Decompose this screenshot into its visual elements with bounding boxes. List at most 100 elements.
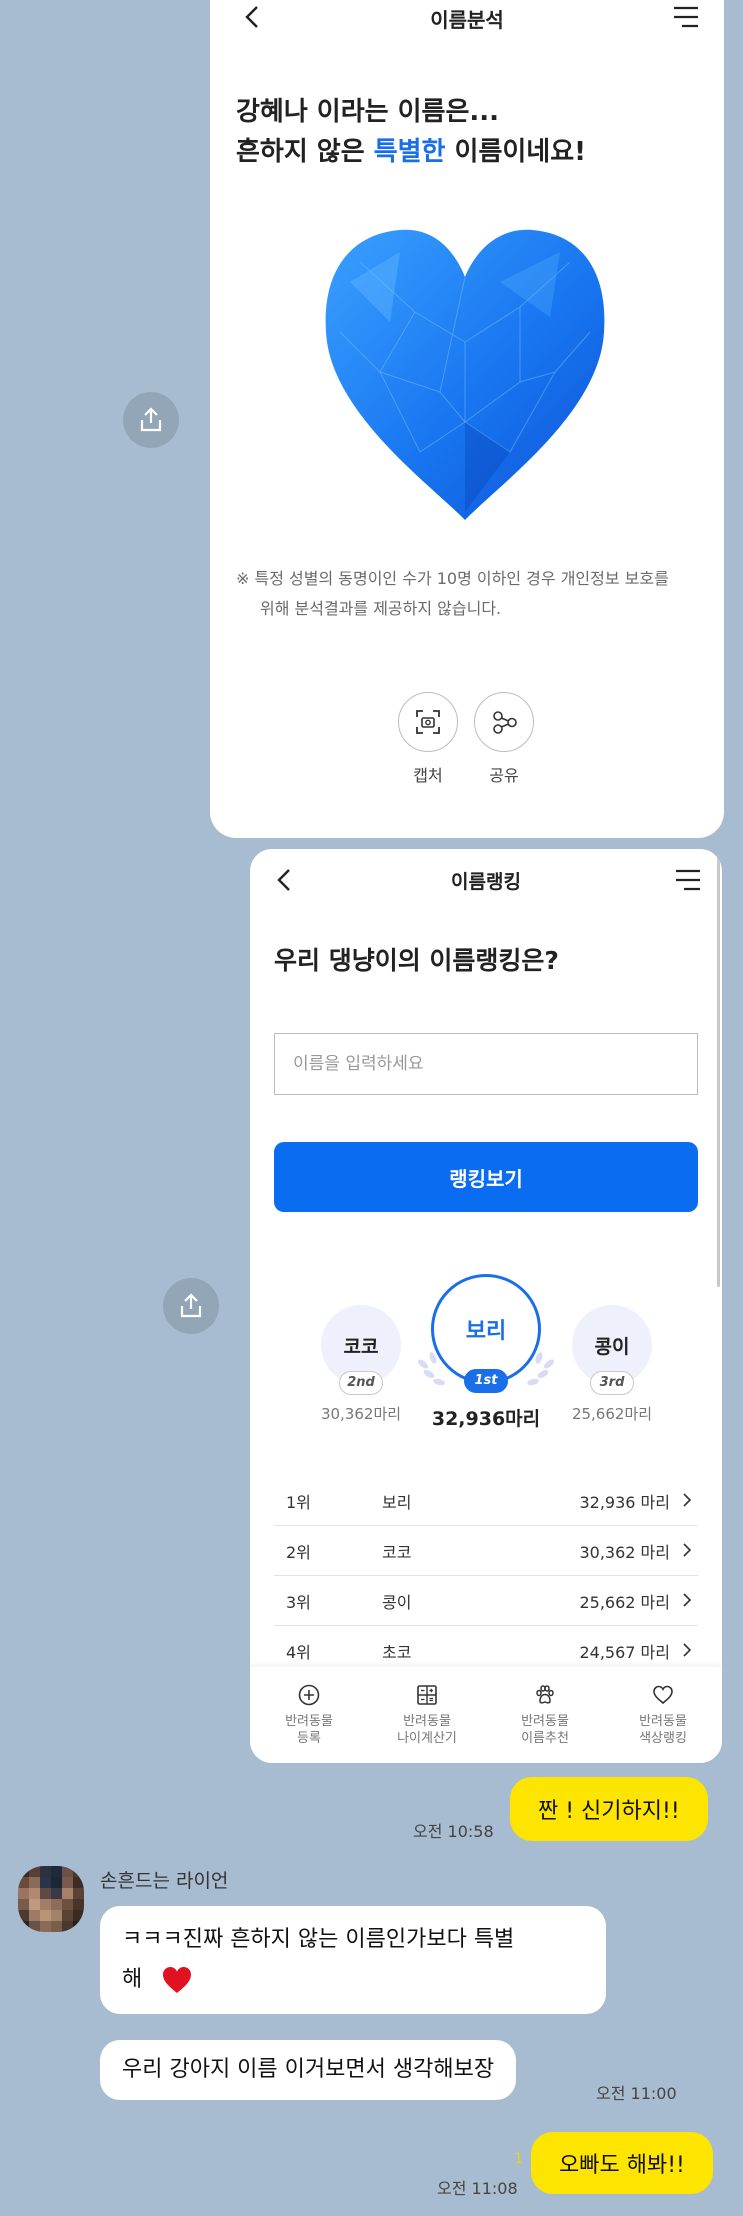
nav-label: 반려동물색상랭킹 bbox=[639, 1713, 687, 1747]
forward-share-button-2[interactable] bbox=[163, 1278, 219, 1334]
paw-icon bbox=[536, 1685, 554, 1704]
nav-age-calculator[interactable]: 반려동물나이계산기 bbox=[368, 1667, 486, 1763]
rank-number: 2위 bbox=[286, 1542, 311, 1562]
podium-third-count: 25,662마리 bbox=[571, 1405, 653, 1423]
ranking-row[interactable]: 3위 콩이 25,662 마리 bbox=[274, 1576, 698, 1626]
nav-label-line2: 색상랭킹 bbox=[639, 1731, 687, 1746]
podium-second-name: 코코 bbox=[343, 1335, 379, 1358]
rank-number: 3위 bbox=[286, 1592, 311, 1612]
scrollbar[interactable] bbox=[717, 857, 720, 1287]
calculator-icon bbox=[417, 1685, 437, 1705]
analysis-headline: 강혜나 이라는 이름은... 흔하지 않은 특별한 이름이네요! bbox=[236, 92, 586, 172]
nav-label-line2: 이름추천 bbox=[521, 1731, 569, 1746]
nav-label-line1: 반려동물 bbox=[403, 1714, 451, 1729]
headline-pre: 흔하지 않은 bbox=[236, 137, 374, 167]
notice-line-2: 위해 분석결과를 제공하지 않습니다. bbox=[260, 599, 502, 618]
heart-icon bbox=[653, 1685, 673, 1705]
message-time: 오전 10:58 bbox=[413, 1822, 494, 1841]
headline-post: 이름이네요! bbox=[445, 137, 586, 167]
rank-number: 4위 bbox=[286, 1642, 311, 1662]
nav-label-line2: 등록 bbox=[297, 1731, 321, 1746]
nav-label: 반려동물나이계산기 bbox=[397, 1713, 457, 1747]
capture-label: 캡처 bbox=[413, 766, 443, 785]
rank-count: 24,567 마리 bbox=[579, 1642, 670, 1662]
rank-pet-name: 콩이 bbox=[382, 1592, 412, 1612]
notice-line-1: ※ 특정 성별의 동명이인 수가 10명 이하인 경우 개인정보 보호를 bbox=[236, 569, 669, 588]
podium-first-place: 1st bbox=[464, 1369, 508, 1393]
rank-pet-name: 보리 bbox=[382, 1492, 412, 1512]
rank-count: 30,362 마리 bbox=[579, 1542, 670, 1562]
my-message-bubble[interactable]: 오빠도 해봐!! bbox=[531, 2132, 713, 2194]
nav-label-line2: 나이계산기 bbox=[397, 1731, 457, 1746]
share-label: 공유 bbox=[489, 766, 519, 785]
chevron-right-icon bbox=[683, 1643, 692, 1657]
podium-third-bubble: 콩이 3rd bbox=[572, 1305, 652, 1395]
nav-label: 반려동물이름추천 bbox=[521, 1713, 569, 1747]
name-analysis-card: 이름분석 강혜나 이라는 이름은... 흔하지 않은 특별한 이름이네요! ※ … bbox=[210, 0, 724, 838]
podium-first-bubble: 보리 1st bbox=[431, 1274, 541, 1393]
unread-count: 1 bbox=[514, 2151, 523, 2167]
ranking-question: 우리 댕냥이의 이름랭킹은? bbox=[274, 946, 559, 975]
nav-label-line1: 반려동물 bbox=[639, 1714, 687, 1729]
plus-circle-icon bbox=[298, 1684, 320, 1706]
podium-second-count: 30,362마리 bbox=[320, 1405, 402, 1423]
view-ranking-button[interactable]: 랭킹보기 bbox=[274, 1142, 698, 1212]
sender-name: 손흔드는 라이언 bbox=[100, 1870, 229, 1892]
app-bar: 이름분석 bbox=[210, 0, 724, 36]
message-line-2-text: 해 bbox=[122, 1967, 143, 1992]
privacy-notice: ※ 특정 성별의 동명이인 수가 10명 이하인 경우 개인정보 보호를 위해 … bbox=[236, 564, 702, 624]
bottom-nav: 반려동물등록 반려동물나이계산기 반려동물이름추천 반려동물색상랭킹 bbox=[250, 1667, 722, 1763]
ranking-row[interactable]: 1위 보리 32,936 마리 bbox=[274, 1476, 698, 1526]
rank-count: 25,662 마리 bbox=[579, 1592, 670, 1612]
friend-message-bubble[interactable]: 우리 강아지 이름 이거보면서 생각해보장 bbox=[100, 2040, 517, 2100]
podium-third[interactable]: 콩이 3rd 25,662마리 bbox=[557, 1305, 667, 1424]
message-time: 오전 11:08 bbox=[437, 2179, 518, 2198]
capture-icon bbox=[416, 710, 440, 734]
podium-first-count: 32,936마리 bbox=[431, 1408, 541, 1430]
message-line-1: ㅋㅋㅋ진짜 흔하지 않는 이름인가보다 특별 bbox=[122, 1927, 515, 1952]
nav-label-line1: 반려동물 bbox=[521, 1714, 569, 1729]
chevron-right-icon bbox=[683, 1593, 692, 1607]
nav-label-line1: 반려동물 bbox=[285, 1714, 333, 1729]
podium-second[interactable]: 코코 2nd 30,362마리 bbox=[306, 1305, 416, 1424]
podium-third-place: 3rd bbox=[590, 1371, 634, 1395]
headline-line-2: 흔하지 않은 특별한 이름이네요! bbox=[236, 132, 586, 172]
pet-name-input[interactable] bbox=[274, 1033, 698, 1095]
my-message-bubble[interactable]: 짠 ! 신기하지!! bbox=[510, 1777, 708, 1841]
forward-share-button-1[interactable] bbox=[123, 392, 179, 448]
rank-pet-name: 코코 bbox=[382, 1542, 412, 1562]
rank-number: 1위 bbox=[286, 1492, 311, 1512]
rank-count: 32,936 마리 bbox=[579, 1492, 670, 1512]
nav-name-recommend[interactable]: 반려동물이름추천 bbox=[486, 1667, 604, 1763]
share-button[interactable] bbox=[474, 692, 534, 752]
podium-second-bubble: 코코 2nd bbox=[321, 1305, 401, 1395]
ranking-list: 1위 보리 32,936 마리 2위 코코 30,362 마리 3위 콩이 25… bbox=[274, 1476, 698, 1676]
podium-first-name: 보리 bbox=[465, 1319, 507, 1344]
app-bar: 이름랭킹 bbox=[250, 863, 722, 899]
nav-pet-register[interactable]: 반려동물등록 bbox=[250, 1667, 368, 1763]
chevron-right-icon bbox=[683, 1493, 692, 1507]
page-title: 이름분석 bbox=[430, 8, 504, 32]
nav-label: 반려동물등록 bbox=[285, 1713, 333, 1747]
share-nodes-icon bbox=[493, 711, 517, 734]
avatar[interactable] bbox=[18, 1866, 84, 1932]
podium-second-place: 2nd bbox=[339, 1371, 383, 1395]
podium-first[interactable]: 보리 1st 32,936마리 bbox=[418, 1274, 554, 1431]
heart-illustration bbox=[325, 229, 605, 520]
podium-third-name: 콩이 bbox=[594, 1335, 630, 1358]
upload-share-icon bbox=[140, 407, 162, 432]
menu-icon[interactable] bbox=[672, 6, 700, 28]
headline-line-1: 강혜나 이라는 이름은... bbox=[236, 97, 500, 127]
message-line-2: 해 bbox=[122, 1960, 584, 2000]
red-heart-emoji-icon bbox=[163, 1967, 192, 1993]
friend-message-bubble[interactable]: ㅋㅋㅋ진짜 흔하지 않는 이름인가보다 특별 해 bbox=[100, 1906, 606, 2014]
capture-button[interactable] bbox=[398, 692, 458, 752]
name-ranking-card: 이름랭킹 우리 댕냥이의 이름랭킹은? 랭킹보기 코코 2nd 30,362마리 bbox=[250, 849, 722, 1763]
nav-color-ranking[interactable]: 반려동물색상랭킹 bbox=[604, 1667, 722, 1763]
headline-highlight: 특별한 bbox=[373, 137, 446, 167]
upload-share-icon bbox=[180, 1293, 202, 1318]
page-title: 이름랭킹 bbox=[451, 871, 521, 893]
chevron-right-icon bbox=[683, 1543, 692, 1557]
ranking-row[interactable]: 2위 코코 30,362 마리 bbox=[274, 1526, 698, 1576]
menu-icon[interactable] bbox=[674, 869, 702, 891]
